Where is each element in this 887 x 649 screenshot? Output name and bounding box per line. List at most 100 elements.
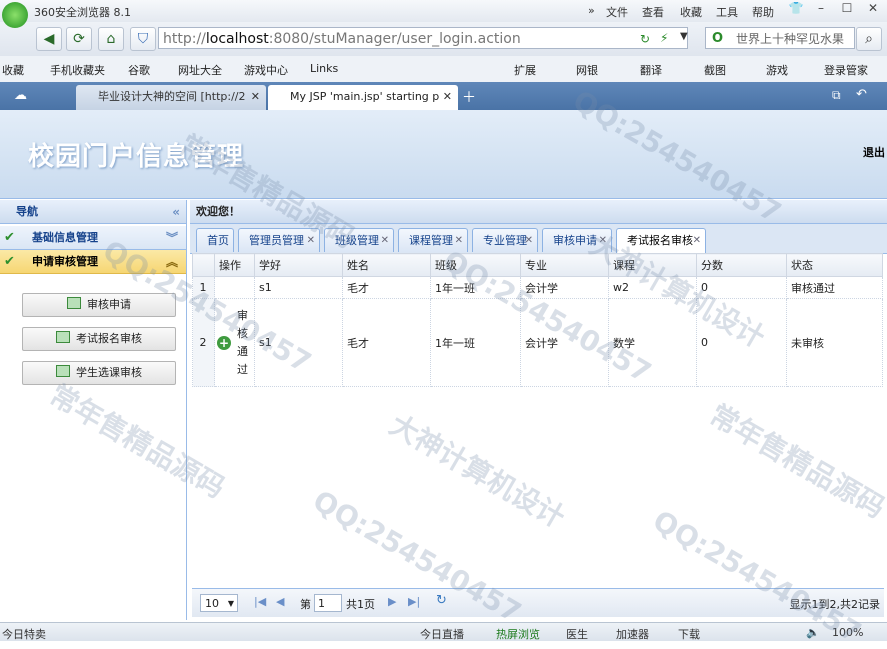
first-page-icon[interactable]: |◀ <box>254 595 266 608</box>
search-input[interactable]: 世界上十种罕见水果 <box>705 27 855 49</box>
fav-item[interactable]: 网银 <box>576 62 598 78</box>
table-row[interactable]: 2 + 审核通过 s1 毛才 1年一班 会计学 数学 0 未审核 <box>192 298 883 387</box>
approve-plus-icon[interactable]: + <box>217 335 231 350</box>
column-header[interactable]: 专业 <box>520 253 609 277</box>
fav-item[interactable]: 翻译 <box>640 62 662 78</box>
chevron-double-up-icon[interactable]: ︽ <box>166 250 178 274</box>
column-header[interactable]: 班级 <box>430 253 521 277</box>
browser-tab[interactable]: 毕业设计大神的空间 [http://2 ✕ <box>76 85 266 110</box>
nav-button-label: 审核申请 <box>87 298 131 311</box>
column-header[interactable]: 操作 <box>214 253 255 277</box>
table-row[interactable]: 1 s1 毛才 1年一班 会计学 w2 0 审核通过 <box>192 276 883 299</box>
nav-button-course-audit[interactable]: 学生选课审核 <box>22 361 176 385</box>
fav-item[interactable]: 游戏中心 <box>244 62 288 78</box>
close-icon[interactable]: ✕ <box>693 229 701 252</box>
logout-link[interactable]: 退出 <box>863 144 885 160</box>
cloud-icon[interactable]: ☁ <box>14 88 27 103</box>
page-title: 校园门户信息管理 <box>28 142 245 172</box>
volume-icon[interactable]: 🔈 <box>806 626 820 639</box>
tab-apply-audit[interactable]: 审核申请 ✕ <box>542 228 612 252</box>
page-size-select[interactable]: 10 ▼ <box>200 594 238 612</box>
data-grid: 操作 学好 姓名 班级 专业 课程 分数 状态 1 s1 毛才 1年一班 会计学… <box>192 253 883 387</box>
nav-section-basic-info[interactable]: ✔ 基础信息管理 ︾ <box>0 226 186 250</box>
search-engine-icon[interactable]: O <box>712 31 723 46</box>
undo-icon[interactable]: ↶ <box>856 87 867 102</box>
menu-favorites[interactable]: 收藏 <box>680 4 702 20</box>
chevron-down-icon: ▼ <box>227 599 234 608</box>
refresh-icon[interactable]: ⟳ <box>66 27 92 51</box>
fav-item[interactable]: 截图 <box>704 62 726 78</box>
fav-item[interactable]: 游戏 <box>766 62 788 78</box>
new-tab-icon[interactable]: ＋ <box>462 87 476 107</box>
home-icon[interactable]: ⌂ <box>98 27 124 51</box>
tab-admin[interactable]: 管理员管理 ✕ <box>238 228 320 252</box>
address-scheme: http:// <box>163 31 206 47</box>
nav-button-label: 考试报名审核 <box>76 332 142 345</box>
cell-status: 审核通过 <box>786 276 883 299</box>
column-header[interactable]: 状态 <box>786 253 883 277</box>
last-page-icon[interactable]: ▶| <box>408 595 420 608</box>
column-header[interactable]: 分数 <box>696 253 787 277</box>
close-icon[interactable]: ✕ <box>381 229 389 252</box>
close-icon[interactable]: ✕ <box>525 229 533 252</box>
row-number-header <box>192 253 215 277</box>
chevron-double-down-icon[interactable]: ︾ <box>166 226 178 250</box>
lightning-icon[interactable]: ⚡ <box>660 31 668 45</box>
close-icon[interactable]: ✕ <box>599 229 607 252</box>
fav-item[interactable]: Links <box>310 62 338 75</box>
table-icon <box>56 331 70 343</box>
fav-item[interactable]: 网址大全 <box>178 62 222 78</box>
fav-item[interactable]: 手机收藏夹 <box>50 62 105 78</box>
fav-item[interactable]: 谷歌 <box>128 62 150 78</box>
tab-home[interactable]: 首页 <box>196 228 234 252</box>
nav-title: 导航 <box>16 205 38 218</box>
close-icon[interactable]: ✕ <box>862 1 884 19</box>
main-panel: 欢迎您！ 首页 管理员管理 ✕ 班级管理 ✕ 课程管理 ✕ 专业管理 ✕ 审核申请 ✕ 考… <box>190 200 887 620</box>
cell-xuehao: s1 <box>254 298 343 387</box>
fav-item[interactable]: 登录管家 <box>824 62 868 78</box>
close-tab-icon[interactable]: ✕ <box>443 85 452 109</box>
tab-exam-audit[interactable]: 考试报名审核 ✕ <box>616 228 706 253</box>
restore-tabs-icon[interactable]: ⧉ <box>832 88 841 103</box>
close-tab-icon[interactable]: ✕ <box>251 85 260 109</box>
tab-class[interactable]: 班级管理 ✕ <box>324 228 394 252</box>
cell-major: 会计学 <box>520 298 609 387</box>
chevron-right-icon[interactable]: » <box>588 4 595 17</box>
fav-item[interactable]: 收藏 <box>2 62 24 78</box>
minimize-icon[interactable]: – <box>810 1 832 19</box>
collapse-panel-icon[interactable]: « <box>172 200 180 224</box>
tab-major[interactable]: 专业管理 ✕ <box>472 228 538 252</box>
nav-section-label: 申请审核管理 <box>32 255 98 268</box>
next-page-icon[interactable]: ▶ <box>388 595 396 608</box>
close-icon[interactable]: ✕ <box>455 229 463 252</box>
maximize-icon[interactable]: ☐ <box>836 1 858 19</box>
column-header[interactable]: 课程 <box>608 253 697 277</box>
nav-button-audit-apply[interactable]: 审核申请 <box>22 293 176 317</box>
nav-section-audit[interactable]: ✔ 申请审核管理 ︽ <box>0 250 186 274</box>
menu-file[interactable]: 文件 <box>606 4 628 20</box>
menu-view[interactable]: 查看 <box>642 4 664 20</box>
prev-page-icon[interactable]: ◀ <box>276 595 284 608</box>
back-icon[interactable]: ◀ <box>36 27 62 51</box>
address-input[interactable]: http://localhost:8080/stuManager/user_lo… <box>158 27 688 49</box>
table-icon <box>56 365 70 377</box>
menu-help[interactable]: 帮助 <box>752 4 774 20</box>
browser-tab-label: My JSP 'main.jsp' starting p <box>290 90 440 103</box>
nav-button-exam-audit[interactable]: 考试报名审核 <box>22 327 176 351</box>
column-header[interactable]: 姓名 <box>342 253 431 277</box>
shirt-icon[interactable]: 👕 <box>785 1 807 19</box>
reload-icon[interactable]: ↻ <box>640 32 650 46</box>
shield-icon[interactable]: ⛉ <box>130 27 156 51</box>
fav-item[interactable]: 扩展 <box>514 62 536 78</box>
chevron-down-icon[interactable]: ▼ <box>680 31 688 42</box>
column-header[interactable]: 学好 <box>254 253 343 277</box>
browser-tab-active[interactable]: My JSP 'main.jsp' starting p ✕ <box>268 85 458 110</box>
approve-link[interactable]: 审核通过 <box>237 307 249 379</box>
close-icon[interactable]: ✕ <box>307 229 315 252</box>
refresh-icon[interactable]: ↻ <box>436 593 447 608</box>
search-icon[interactable]: ⌕ <box>856 27 882 51</box>
tab-course[interactable]: 课程管理 ✕ <box>398 228 468 252</box>
zoom-level[interactable]: 100% <box>832 626 863 639</box>
menu-tools[interactable]: 工具 <box>716 4 738 20</box>
page-number-input[interactable]: 1 <box>314 594 342 612</box>
